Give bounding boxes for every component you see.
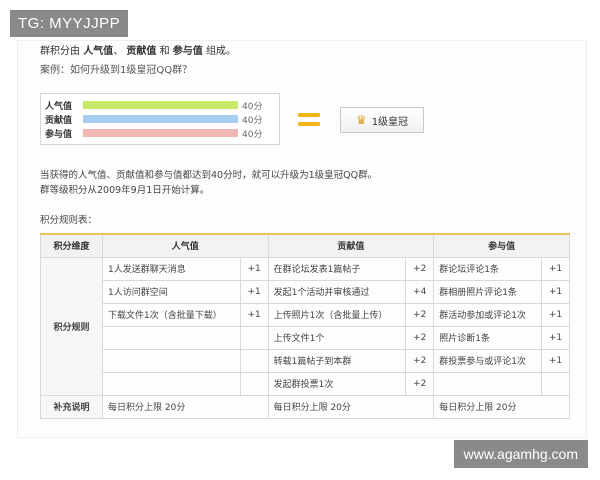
- points-cell: +1: [541, 325, 570, 350]
- rule-cell: 上传文件1个: [267, 325, 407, 350]
- points-cell: [239, 348, 269, 373]
- bar-label: 参与值: [45, 129, 73, 140]
- points-cell: +1: [239, 279, 269, 304]
- rule-cell: 照片诊断1条: [433, 325, 542, 350]
- bar-row-participation: 参与值 40分: [45, 126, 275, 140]
- bar-fill: [83, 115, 238, 123]
- bar-track: [83, 115, 238, 123]
- bar-track: [83, 101, 238, 109]
- points-cell: +4: [405, 279, 435, 304]
- points-cell: +1: [541, 302, 570, 327]
- crown-level-button[interactable]: ♛ 1级皇冠: [340, 107, 424, 133]
- bar-row-contribution: 贡献值 40分: [45, 112, 275, 126]
- points-cell: +2: [405, 325, 435, 350]
- points-cell: [541, 371, 570, 396]
- table-row: 转载1篇帖子到本群 +2 群投票参与或评论1次 +1: [41, 348, 570, 373]
- rule-cell: 发起1个活动并审核通过: [267, 279, 407, 304]
- bar-value: 40分: [242, 115, 263, 126]
- points-cell: +1: [239, 302, 269, 327]
- bar-track: [83, 129, 238, 137]
- rule-cell: 在群论坛发表1篇帖子: [267, 256, 407, 281]
- points-cell: +2: [405, 256, 435, 281]
- rule-cell: [102, 325, 241, 350]
- rule-cell: [433, 371, 542, 396]
- footer-row: 补充说明 每日积分上限 20分 每日积分上限 20分 每日积分上限 20分: [40, 394, 570, 419]
- table-row: 积分规则 1人发送群聊天消息 +1 在群论坛发表1篇帖子 +2 群论坛评论1条 +1: [40, 256, 570, 396]
- points-cell: [239, 325, 269, 350]
- equals-icon: [298, 113, 320, 127]
- rule-cell: [102, 348, 241, 373]
- crown-level-label: 1级皇冠: [371, 116, 409, 128]
- table-row: 上传文件1个 +2 照片诊断1条 +1: [41, 325, 570, 350]
- score-bars: 人气值 40分 贡献值 40分 参与值 40分: [40, 93, 280, 145]
- header-dimension: 积分维度: [40, 233, 103, 258]
- header-contribution: 贡献值: [267, 233, 435, 258]
- intro-text: 群积分由 人气值、 贡献值 和 参与值 组成。: [40, 46, 236, 57]
- table-title: 积分规则表：: [40, 215, 98, 226]
- bar-row-popularity: 人气值 40分: [45, 98, 275, 112]
- footer-cell: 每日积分上限 20分: [102, 394, 269, 419]
- rule-cell: 下载文件1次（含批量下载）: [102, 302, 241, 327]
- rule-cell: 上传照片1次（含批量上传）: [267, 302, 407, 327]
- footer-cell: 每日积分上限 20分: [433, 394, 570, 419]
- bar-value: 40分: [242, 129, 263, 140]
- rule-cell: 转载1篇帖子到本群: [267, 348, 407, 373]
- table-row: 1人访问群空间 +1 发起1个活动并审核通过 +4 群相册照片评论1条 +1: [41, 279, 570, 304]
- footer-label: 补充说明: [40, 394, 103, 419]
- crown-icon: ♛: [355, 113, 367, 127]
- watermark-top: TG: MYYJJPP: [10, 10, 129, 37]
- start-date-note: 群等级积分从2009年9月1日开始计算。: [40, 185, 210, 196]
- rules-row-label: 积分规则: [40, 256, 103, 396]
- watermark-bottom: www.agamhg.com: [453, 440, 588, 468]
- upgrade-note: 当获得的人气值、贡献值和参与值都达到40分时，就可以升级为1级皇冠QQ群。: [40, 170, 378, 181]
- example-text: 案例：如何升级到1级皇冠QQ群？: [40, 65, 193, 76]
- bar-fill: [83, 129, 238, 137]
- points-cell: +1: [541, 256, 570, 281]
- bar-label: 贡献值: [45, 115, 73, 126]
- footer-cell: 每日积分上限 20分: [267, 394, 435, 419]
- rule-cell: 群相册照片评论1条: [433, 279, 542, 304]
- table-row: 下载文件1次（含批量下载） +1 上传照片1次（含批量上传） +2 群活动参加或评论1次…: [41, 302, 570, 327]
- rule-cell: 群活动参加或评论1次: [433, 302, 542, 327]
- content-panel: 群积分由 人气值、 贡献值 和 参与值 组成。 案例：如何升级到1级皇冠QQ群？…: [17, 40, 587, 438]
- points-cell: +2: [405, 302, 435, 327]
- rules-table: 积分维度 人气值 贡献值 参与值 积分规则 1人发送群聊天消息 +1 在群论坛发表1篇…: [40, 233, 570, 419]
- rule-cell: 群论坛评论1条: [433, 256, 542, 281]
- rule-cell: 1人发送群聊天消息: [102, 256, 241, 281]
- points-cell: +2: [405, 348, 435, 373]
- points-cell: +2: [405, 371, 435, 396]
- points-cell: +1: [541, 279, 570, 304]
- bar-label: 人气值: [45, 101, 73, 112]
- points-cell: [239, 371, 269, 396]
- rule-cell: 1人访问群空间: [102, 279, 241, 304]
- header-participation: 参与值: [433, 233, 570, 258]
- rule-cell: [102, 371, 241, 396]
- points-cell: +1: [541, 348, 570, 373]
- header-popularity: 人气值: [102, 233, 269, 258]
- points-cell: +1: [239, 256, 269, 281]
- rule-cell: 发起群投票1次: [267, 371, 407, 396]
- table-row: 发起群投票1次 +2: [41, 371, 570, 396]
- bar-fill: [83, 101, 238, 109]
- table-header-row: 积分维度 人气值 贡献值 参与值: [40, 233, 570, 258]
- bar-value: 40分: [242, 101, 263, 112]
- rule-cell: 群投票参与或评论1次: [433, 348, 542, 373]
